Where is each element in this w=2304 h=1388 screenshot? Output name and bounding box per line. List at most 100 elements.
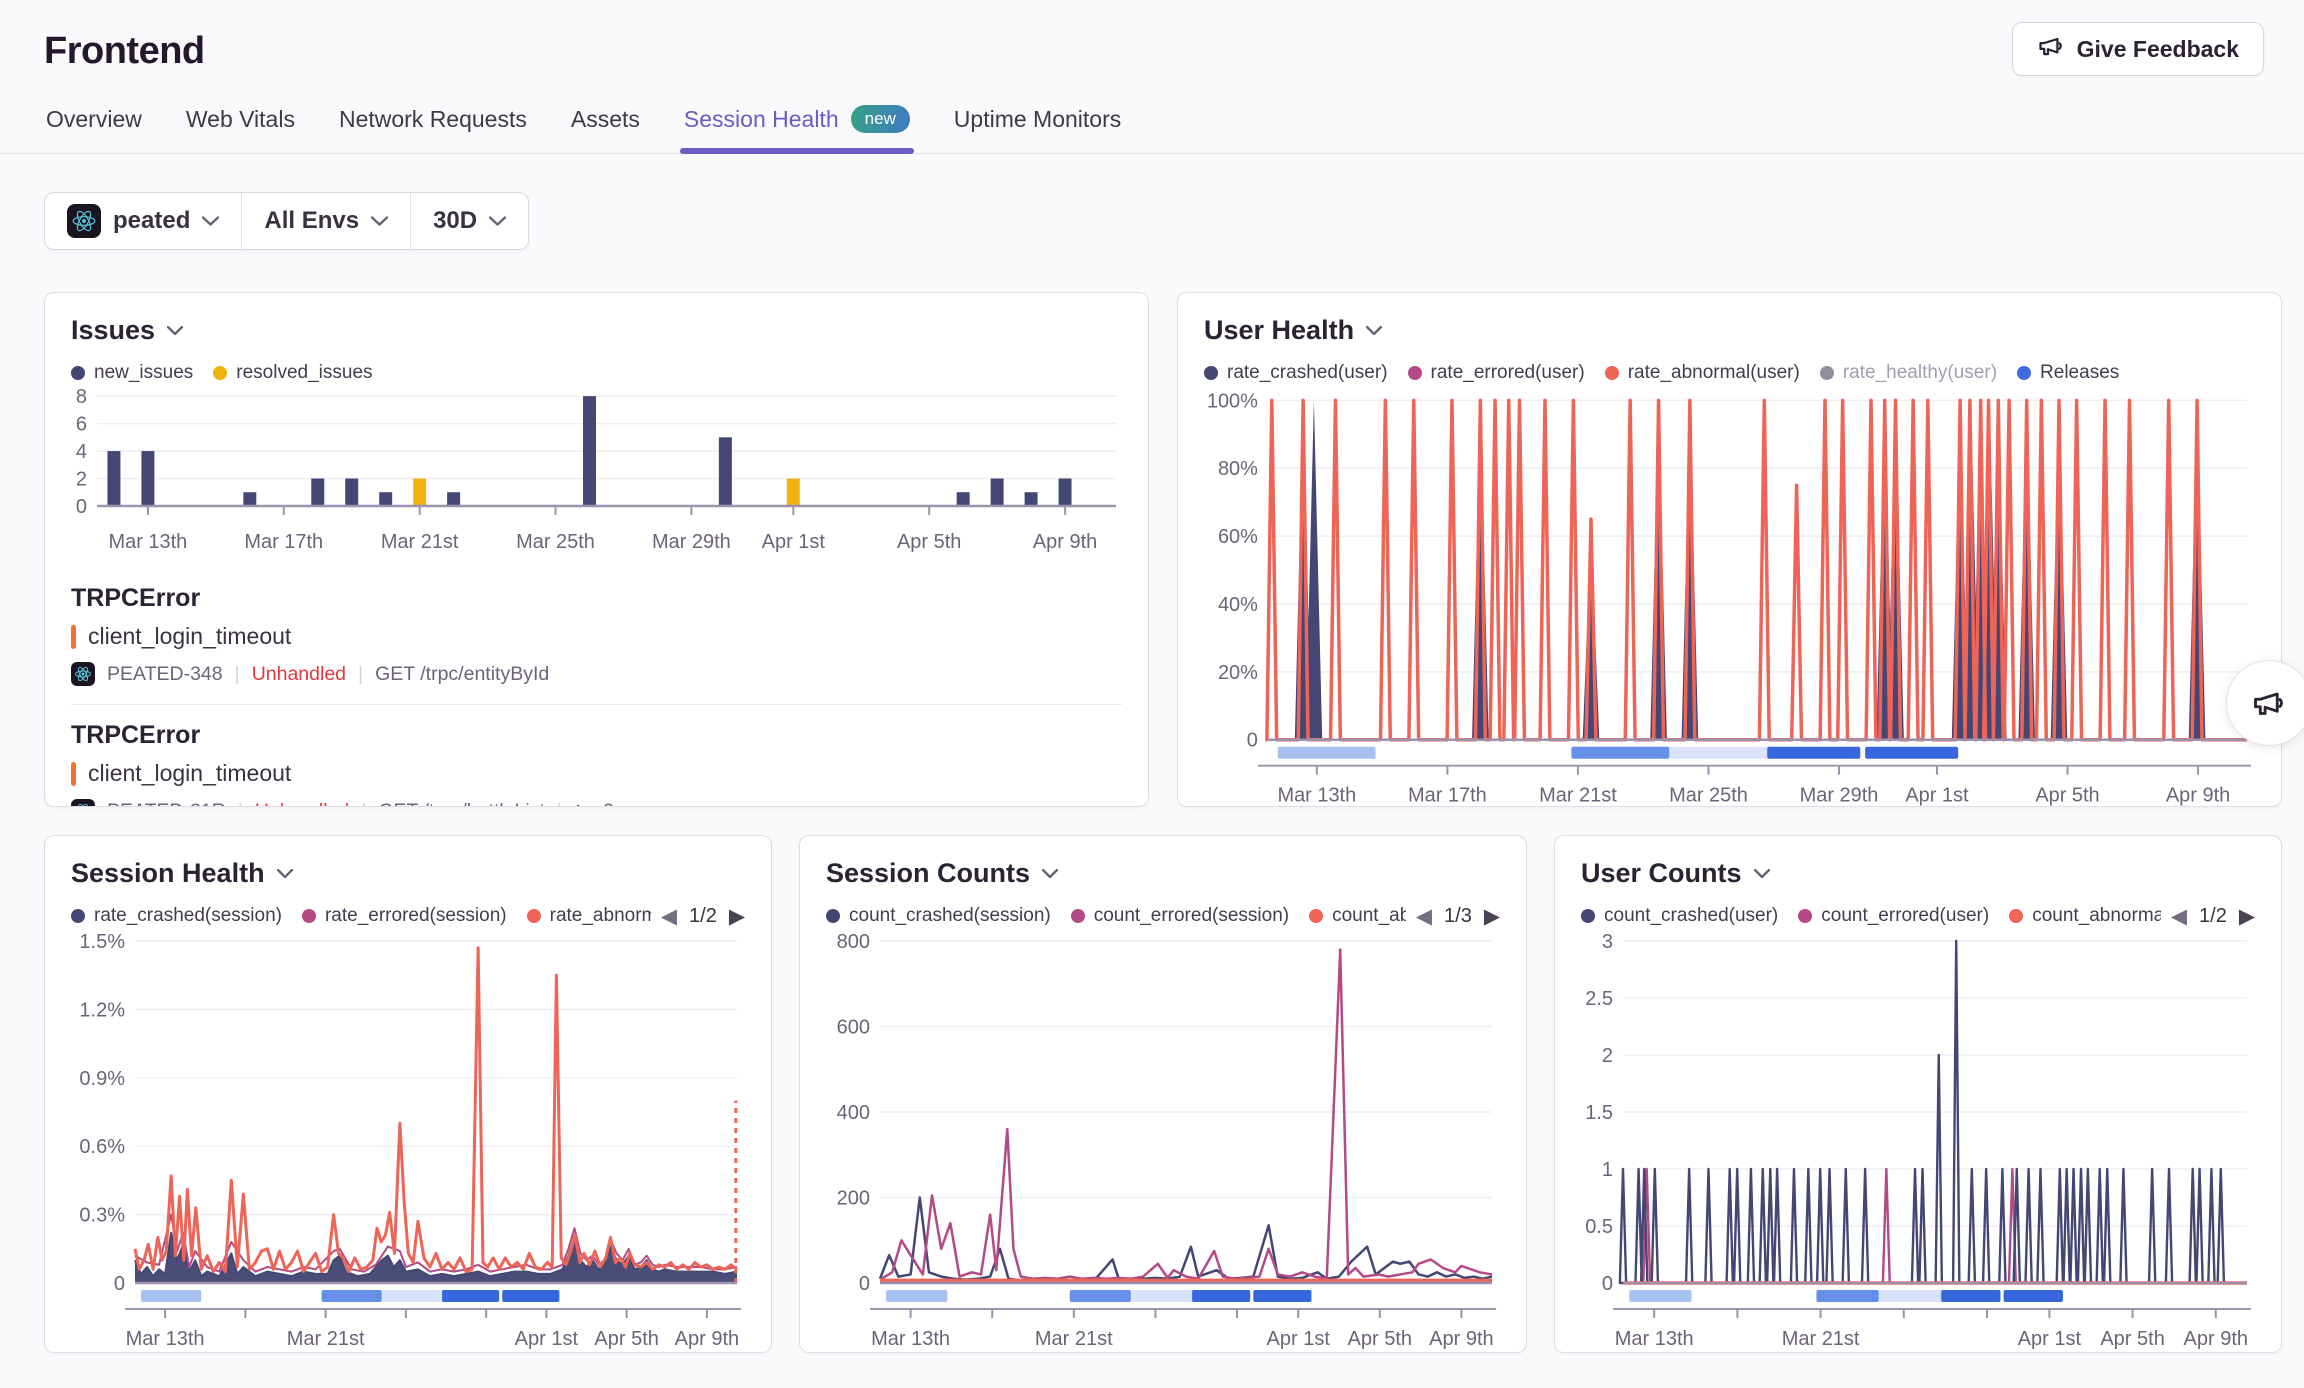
error-level-bar — [71, 762, 76, 786]
legend-rate-errored-user[interactable]: rate_errored(user) — [1408, 362, 1585, 384]
legend-rate-crashed-user[interactable]: rate_crashed(user) — [1204, 362, 1388, 384]
chevron-down-icon — [371, 216, 388, 226]
chevron-down-icon[interactable] — [1042, 869, 1058, 878]
svg-text:Apr 5th: Apr 5th — [897, 531, 961, 553]
svg-text:Apr 9th: Apr 9th — [2166, 785, 2230, 807]
tab-overview[interactable]: Overview — [44, 99, 144, 153]
svg-text:Mar 29th: Mar 29th — [1800, 785, 1879, 807]
megaphone-icon — [2251, 685, 2287, 721]
legend-dot — [1204, 366, 1218, 380]
user-counts-panel-title: User Counts — [1581, 858, 1742, 889]
legend-count-crashed-user[interactable]: count_crashed(user) — [1581, 905, 1778, 927]
legend-rate-crashed-session[interactable]: rate_crashed(session) — [71, 905, 282, 927]
legend-count-errored-session[interactable]: count_errored(session) — [1071, 905, 1289, 927]
svg-text:3: 3 — [1602, 931, 1613, 953]
react-icon — [71, 799, 95, 807]
legend-count-abnormal-user[interactable]: count_abnormal(user) — [2009, 905, 2161, 927]
svg-text:Mar 21st: Mar 21st — [1782, 1328, 1860, 1350]
project-selector[interactable]: peated — [45, 193, 241, 249]
user-counts-panel: User Counts count_crashed(user) count_er… — [1554, 835, 2282, 1353]
new-badge: new — [851, 105, 910, 133]
svg-text:0: 0 — [1247, 730, 1258, 752]
svg-text:0: 0 — [114, 1273, 125, 1295]
issue-subtitle: client_login_timeout — [88, 760, 291, 787]
user-health-panel: User Health rate_crashed(user) rate_erro… — [1177, 292, 2282, 807]
pager-prev-button[interactable]: ◀ — [661, 906, 677, 927]
chevron-down-icon[interactable] — [1754, 869, 1770, 878]
tab-web-vitals[interactable]: Web Vitals — [184, 99, 297, 153]
svg-text:400: 400 — [837, 1102, 870, 1124]
svg-text:1.5%: 1.5% — [79, 931, 125, 953]
svg-text:Mar 13th: Mar 13th — [1277, 785, 1356, 807]
user-health-chart: 020%40%60%80%100%Mar 13thMar 17thMar 21s… — [1204, 388, 2255, 807]
chevron-down-icon[interactable] — [1366, 326, 1382, 335]
user-health-panel-title: User Health — [1204, 315, 1354, 346]
svg-text:200: 200 — [837, 1188, 870, 1210]
legend-dot — [1798, 909, 1812, 923]
svg-text:Apr 9th: Apr 9th — [675, 1328, 739, 1350]
svg-text:800: 800 — [837, 931, 870, 953]
issues-panel-title: Issues — [71, 315, 155, 346]
svg-text:Mar 13th: Mar 13th — [871, 1328, 950, 1350]
legend-rate-healthy-user[interactable]: rate_healthy(user) — [1820, 362, 1997, 384]
svg-text:Apr 1st: Apr 1st — [762, 531, 826, 553]
tab-session-health[interactable]: Session Health new — [682, 99, 912, 153]
pager-next-button[interactable]: ▶ — [729, 906, 745, 927]
legend-count-abnormal-session[interactable]: count_abnormal(session) — [1309, 905, 1406, 927]
session-counts-panel: Session Counts count_crashed(session) co… — [799, 835, 1527, 1353]
issue-title[interactable]: TRPCError — [71, 584, 1122, 613]
svg-text:Mar 13th: Mar 13th — [126, 1328, 205, 1350]
date-range-selector[interactable]: 30D — [410, 193, 528, 249]
pager-prev-button[interactable]: ◀ — [2171, 906, 2187, 927]
issue-item[interactable]: TRPCError client_login_timeout PEATED-31… — [71, 704, 1122, 807]
issue-title[interactable]: TRPCError — [71, 721, 1122, 750]
legend-count-errored-user[interactable]: count_errored(user) — [1798, 905, 1989, 927]
chevron-down-icon[interactable] — [277, 869, 293, 878]
environment-selector[interactable]: All Envs — [241, 193, 410, 249]
legend-pager: ◀ 1/3 ▶ — [1416, 905, 1500, 928]
svg-text:Mar 25th: Mar 25th — [1669, 785, 1748, 807]
issue-short-id: PEATED-348 — [107, 663, 223, 686]
svg-text:0.6%: 0.6% — [79, 1136, 125, 1158]
user-counts-chart: 00.511.522.53Mar 13thMar 21stApr 1stApr … — [1581, 931, 2255, 1353]
legend-rate-errored-session[interactable]: rate_errored(session) — [302, 905, 507, 927]
chevron-down-icon[interactable] — [167, 326, 183, 335]
legend-new-issues[interactable]: new_issues — [71, 362, 193, 384]
svg-text:Mar 25th: Mar 25th — [516, 531, 595, 553]
svg-text:Mar 13th: Mar 13th — [1615, 1328, 1694, 1350]
give-feedback-button[interactable]: Give Feedback — [2012, 22, 2264, 76]
pager-next-button[interactable]: ▶ — [1484, 906, 1500, 927]
svg-text:0.3%: 0.3% — [79, 1205, 125, 1227]
svg-text:Apr 1st: Apr 1st — [1267, 1328, 1331, 1350]
floating-feedback-button[interactable] — [2226, 660, 2304, 746]
legend-releases[interactable]: Releases — [2017, 362, 2119, 384]
tab-assets[interactable]: Assets — [569, 99, 642, 153]
issue-subtitle: client_login_timeout — [88, 623, 291, 650]
svg-text:Mar 29th: Mar 29th — [652, 531, 731, 553]
svg-text:2.5: 2.5 — [1585, 988, 1613, 1010]
issues-panel: Issues new_issues resolved_issues 02468M… — [44, 292, 1149, 807]
svg-text:8: 8 — [76, 388, 87, 408]
legend-rate-abnormal-session[interactable]: rate_abnormal(session) — [527, 905, 651, 927]
svg-text:Apr 9th: Apr 9th — [1033, 531, 1097, 553]
session-counts-panel-title: Session Counts — [826, 858, 1030, 889]
pager-prev-button[interactable]: ◀ — [1416, 906, 1432, 927]
svg-text:Mar 13th: Mar 13th — [109, 531, 188, 553]
svg-text:6: 6 — [76, 414, 87, 436]
issue-item[interactable]: TRPCError client_login_timeout PEATED-34… — [71, 568, 1122, 704]
svg-text:2: 2 — [1602, 1045, 1613, 1067]
svg-text:0.5: 0.5 — [1585, 1216, 1613, 1238]
legend-pager: ◀ 1/2 ▶ — [661, 905, 745, 928]
svg-text:Mar 17th: Mar 17th — [244, 531, 323, 553]
legend-count-crashed-session[interactable]: count_crashed(session) — [826, 905, 1051, 927]
issues-chart: 02468Mar 13thMar 17thMar 21stMar 25thMar… — [71, 388, 1122, 564]
legend-rate-abnormal-user[interactable]: rate_abnormal(user) — [1605, 362, 1800, 384]
legend-resolved-issues[interactable]: resolved_issues — [213, 362, 372, 384]
pager-next-button[interactable]: ▶ — [2239, 906, 2255, 927]
svg-text:1: 1 — [1602, 1159, 1613, 1181]
svg-text:Apr 5th: Apr 5th — [2035, 785, 2099, 807]
tab-network-requests[interactable]: Network Requests — [337, 99, 529, 153]
svg-text:Apr 9th: Apr 9th — [1429, 1328, 1493, 1350]
tab-uptime-monitors[interactable]: Uptime Monitors — [952, 99, 1123, 153]
svg-text:Apr 5th: Apr 5th — [2100, 1328, 2164, 1350]
